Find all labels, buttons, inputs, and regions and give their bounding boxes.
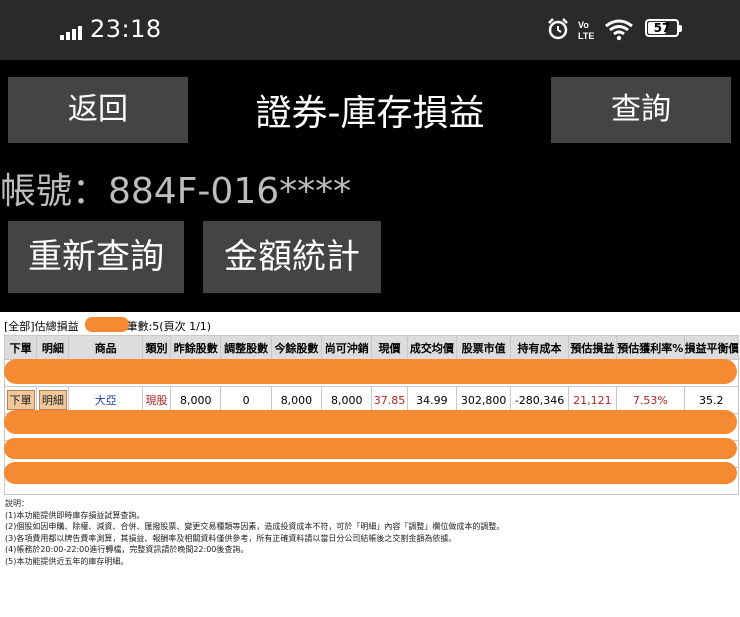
battery-level: 57	[653, 21, 671, 35]
note-line: (1)本功能提供即時庫存損益試算查詢。	[5, 510, 145, 520]
summary-count: 筆數:5(頁次 1/1)	[126, 320, 212, 333]
col-header: 明細	[36, 335, 70, 360]
table-header-row: 下單 明細 商品 類別 昨餘股數 調整股數 今餘股數 尚可沖銷 現價 成交均價 …	[3, 335, 740, 360]
col-header: 成交均價	[406, 335, 458, 360]
notes-title: 說明：	[5, 499, 29, 508]
order-button[interactable]: 下單	[6, 390, 35, 410]
detail-button[interactable]: 明細	[38, 390, 67, 410]
notes: 說明： (1)本功能提供即時庫存損益試算查詢。 (2)個股如因申購、除權、減資、…	[5, 498, 504, 567]
query-button[interactable]: 查詢	[551, 77, 731, 143]
col-header: 類別	[141, 335, 172, 360]
back-button[interactable]: 返回	[8, 77, 188, 143]
requery-button[interactable]: 重新查詢	[8, 221, 184, 293]
col-header: 尚可沖銷	[321, 335, 373, 360]
alarm-icon	[548, 18, 568, 40]
volte-icon: Vo LTE	[578, 20, 594, 41]
col-header: 股票市值	[455, 335, 512, 360]
note-line: (5)本功能提供近五年的庫存明細。	[5, 556, 129, 566]
col-header: 預估獲利率%	[616, 335, 685, 360]
battery-icon: 57	[645, 19, 683, 39]
col-header: 損益平衡價	[683, 335, 740, 360]
col-header: 預估損益	[567, 335, 618, 360]
signal-icon	[60, 26, 82, 40]
page-title: 證券-庫存損益	[255, 93, 485, 134]
col-header: 下單	[3, 335, 38, 360]
note-line: (3)各項費用都以牌告費率測算，其損益、報酬率及相關資料僅供參考，所有正確資料請…	[5, 533, 457, 543]
col-header: 今餘股數	[270, 335, 323, 360]
note-line: (4)帳務於20:00-22:00進行轉檔，完整資訊請於晚間22:00後查詢。	[5, 545, 249, 554]
col-header: 持有成本	[510, 335, 569, 360]
account-number: 帳號：884F-016****	[0, 171, 352, 212]
note-line: (2)個股如因申購、除權、減資、合併、匯撥股票、變更交易種類等因素，造成投資成本…	[5, 522, 505, 531]
col-header: 商品	[68, 335, 143, 360]
redaction-bar	[4, 410, 737, 434]
status-time: 23:18	[90, 15, 162, 43]
svg-text:LTE: LTE	[578, 31, 594, 41]
redaction-bar	[4, 359, 737, 384]
col-header: 昨餘股數	[170, 335, 222, 360]
wifi-icon	[605, 19, 633, 41]
col-header: 調整股數	[220, 335, 272, 360]
redaction-bar	[4, 438, 737, 459]
col-header: 現價	[371, 335, 408, 360]
summary-prefix: [全部]估總損益	[4, 320, 79, 333]
status-bar: 23:18 Vo LTE 57	[0, 0, 740, 60]
redaction-bar	[4, 462, 737, 484]
svg-text:Vo: Vo	[578, 20, 589, 30]
top-panel: 23:18 Vo LTE 57 返回 證券-庫存損益 查詢 帳號：884F-01…	[0, 0, 740, 312]
redaction-mark	[85, 317, 129, 332]
amount-stats-button[interactable]: 金額統計	[203, 221, 381, 293]
